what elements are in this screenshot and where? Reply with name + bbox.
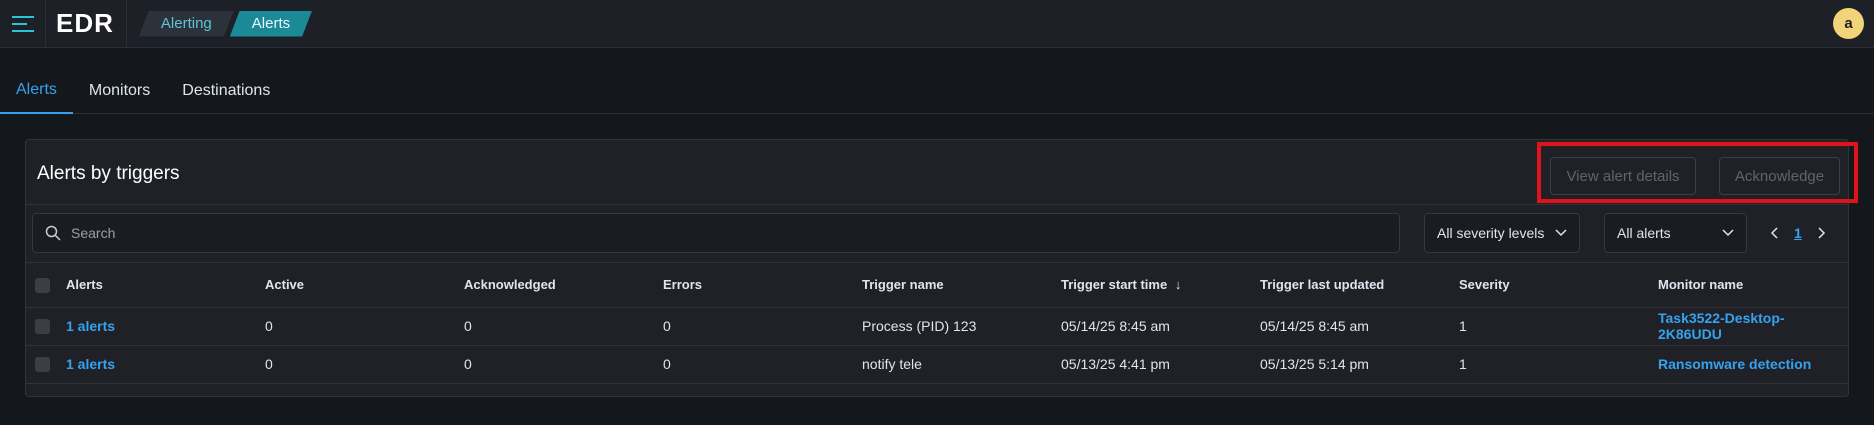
- column-trigger-start-time-label: Trigger start time: [1061, 277, 1168, 293]
- cell-trigger-name: Process (PID) 123: [862, 318, 977, 334]
- tab-destinations[interactable]: Destinations: [166, 68, 286, 113]
- chevron-right-icon[interactable]: [1818, 227, 1826, 239]
- top-bar: EDR Alerting Alerts a: [0, 0, 1874, 48]
- tab-bar: Alerts Monitors Destinations: [0, 68, 1874, 114]
- cell-severity: 1: [1459, 356, 1467, 372]
- table-row: 1 alerts 0 0 0 notify tele 05/13/25 4:41…: [26, 345, 1848, 383]
- cell-acknowledged: 0: [464, 318, 472, 334]
- search-input[interactable]: [71, 225, 1371, 241]
- breadcrumb: Alerting Alerts: [139, 11, 308, 37]
- app-logo: EDR: [46, 0, 127, 48]
- chevron-left-icon[interactable]: [1770, 227, 1778, 239]
- cell-trigger-last-updated: 05/14/25 8:45 am: [1260, 318, 1369, 334]
- column-alerts[interactable]: Alerts: [66, 263, 265, 308]
- sort-down-arrow-icon: ↓: [1174, 277, 1182, 293]
- highlight-box: [1537, 142, 1858, 203]
- tab-monitors[interactable]: Monitors: [73, 68, 166, 113]
- cell-acknowledged: 0: [464, 356, 472, 372]
- cell-trigger-start-time: 05/14/25 8:45 am: [1061, 318, 1170, 334]
- breadcrumb-alerts[interactable]: Alerts: [230, 11, 312, 37]
- row-checkbox[interactable]: [35, 319, 50, 335]
- alerts-panel: Alerts by triggers View alert details Ac…: [25, 139, 1858, 397]
- table-header-row: Alerts Active Acknowledged Errors Trigge…: [26, 263, 1848, 308]
- alerts-link[interactable]: 1 alerts: [66, 356, 115, 372]
- toolbar: All severity levels All alerts 1: [26, 205, 1848, 263]
- search-box: [32, 213, 1400, 253]
- column-acknowledged[interactable]: Acknowledged: [464, 263, 663, 308]
- row-checkbox[interactable]: [35, 357, 50, 373]
- breadcrumb-alerting[interactable]: Alerting: [139, 11, 234, 37]
- column-trigger-start-time[interactable]: Trigger start time ↓: [1061, 263, 1260, 308]
- severity-select-value: All severity levels: [1437, 225, 1545, 241]
- alerts-link[interactable]: 1 alerts: [66, 318, 115, 334]
- alerts-table: Alerts Active Acknowledged Errors Trigge…: [26, 263, 1848, 384]
- chevron-down-icon: [1722, 229, 1734, 237]
- cell-errors: 0: [663, 318, 671, 334]
- cell-trigger-start-time: 05/13/25 4:41 pm: [1061, 356, 1170, 372]
- pagination: 1: [1770, 225, 1826, 241]
- cell-severity: 1: [1459, 318, 1467, 334]
- chevron-down-icon: [1555, 229, 1567, 237]
- panel-title: Alerts by triggers: [37, 163, 180, 184]
- search-icon: [45, 225, 61, 241]
- severity-select[interactable]: All severity levels: [1424, 213, 1580, 253]
- tab-alerts[interactable]: Alerts: [0, 68, 73, 114]
- cell-trigger-name: notify tele: [862, 356, 922, 372]
- cell-active: 0: [265, 318, 273, 334]
- column-trigger-last-updated[interactable]: Trigger last updated: [1260, 263, 1459, 308]
- table-row: 1 alerts 0 0 0 Process (PID) 123 05/14/2…: [26, 307, 1848, 345]
- column-active[interactable]: Active: [265, 263, 464, 308]
- panel-header: Alerts by triggers View alert details Ac…: [26, 140, 1858, 205]
- cell-active: 0: [265, 356, 273, 372]
- alerts-filter-value: All alerts: [1617, 225, 1671, 241]
- menu-icon[interactable]: [0, 0, 46, 48]
- column-severity[interactable]: Severity: [1459, 263, 1658, 308]
- monitor-link[interactable]: Ransomware detection: [1658, 356, 1811, 372]
- alerts-filter-select[interactable]: All alerts: [1604, 213, 1747, 253]
- select-all-checkbox[interactable]: [35, 277, 50, 293]
- column-errors[interactable]: Errors: [663, 263, 862, 308]
- column-monitor-name[interactable]: Monitor name: [1658, 263, 1848, 308]
- cell-errors: 0: [663, 356, 671, 372]
- column-trigger-name[interactable]: Trigger name: [862, 263, 1061, 308]
- page-number[interactable]: 1: [1794, 225, 1802, 241]
- monitor-link[interactable]: Task3522-Desktop-2K86UDU: [1658, 310, 1785, 342]
- avatar[interactable]: a: [1833, 8, 1864, 39]
- cell-trigger-last-updated: 05/13/25 5:14 pm: [1260, 356, 1369, 372]
